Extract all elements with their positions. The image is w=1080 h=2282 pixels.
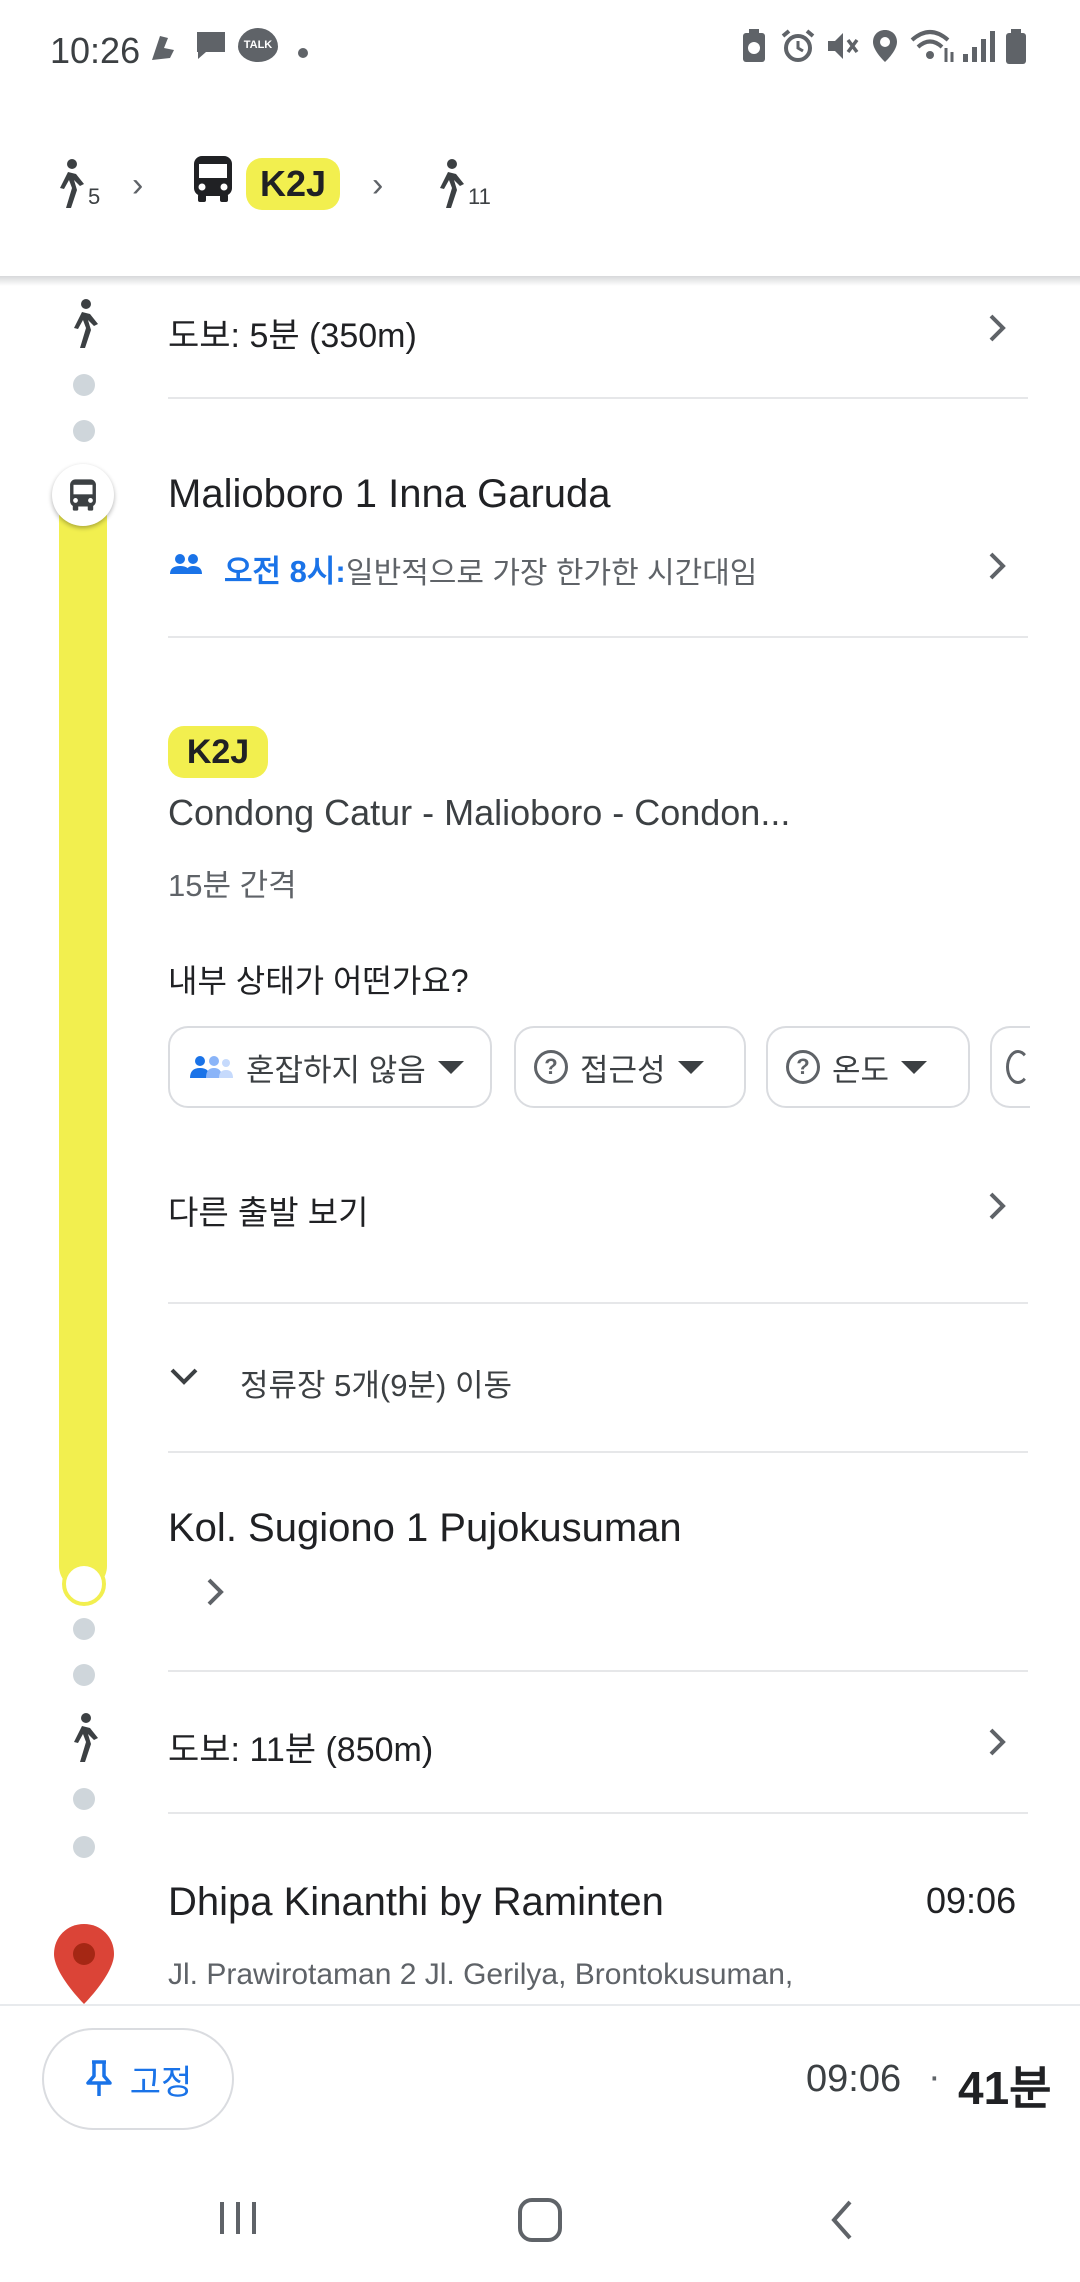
bus-icon <box>194 156 232 202</box>
pin-label: 고정 <box>129 2063 193 2102</box>
back-icon[interactable] <box>822 2196 862 2244</box>
battery-icon <box>1006 29 1026 64</box>
chevron-down-icon[interactable] <box>166 1362 202 1392</box>
route-summary[interactable]: 5 › K2J › 11 <box>0 110 1080 278</box>
walk-icon <box>74 1713 98 1762</box>
walk1-row[interactable] <box>0 280 1080 390</box>
bus-stop-marker <box>52 464 114 526</box>
accessibility-chip-label: 접근성 <box>580 1052 666 1088</box>
board-stop-name[interactable]: Malioboro 1 Inna Garuda <box>168 472 611 517</box>
temperature-chip[interactable]: ? 온도 <box>766 1026 970 1108</box>
pin-button[interactable]: 고정 <box>42 2028 234 2130</box>
trip-duration: 41분 <box>958 2062 1052 2114</box>
accessibility-chip[interactable]: ? 접근성 <box>514 1026 746 1108</box>
pin-icon <box>85 2060 112 2096</box>
mute-icon <box>828 33 859 59</box>
destination-time: 09:06 <box>926 1880 1017 1921</box>
message-icon <box>197 32 225 59</box>
crowding-chip[interactable]: 혼잡하지 않음 <box>168 1026 492 1108</box>
crowd-time: 오전 8시: <box>224 554 346 589</box>
alight-stop-chevron-icon[interactable] <box>200 1572 230 1612</box>
line-badge: K2J <box>246 158 340 210</box>
walk-icon <box>60 159 84 208</box>
timeline-dot <box>73 1664 95 1686</box>
divider <box>168 397 1028 399</box>
question-icon: ? <box>786 1050 820 1084</box>
alight-stop-name[interactable]: Kol. Sugiono 1 Pujokusuman <box>168 1506 682 1551</box>
divider <box>168 636 1028 638</box>
dropdown-caret-icon <box>677 1060 704 1074</box>
fan-notification-icon <box>152 36 174 60</box>
destination-address: Jl. Prawirotaman 2 Jl. Gerilya, Brontoku… <box>168 1958 794 1991</box>
other-departures[interactable]: 다른 출발 보기 <box>168 1186 369 1234</box>
home-icon[interactable] <box>516 2196 564 2244</box>
timeline-dot <box>73 1836 95 1858</box>
walk-icon <box>440 159 464 208</box>
people-icon <box>170 554 202 574</box>
destination-name[interactable]: Dhipa Kinanthi by Raminten <box>168 1880 664 1925</box>
destination-pin-icon <box>54 1924 114 2004</box>
divider <box>168 1670 1028 1672</box>
dropdown-caret-icon <box>437 1060 464 1074</box>
divider <box>168 1451 1028 1453</box>
transit-line <box>59 490 107 1590</box>
divider <box>168 1812 1028 1814</box>
timeline-dot <box>73 420 95 442</box>
people-icon <box>190 1056 233 1078</box>
crowding-chip-label: 혼잡하지 않음 <box>246 1052 426 1088</box>
more-chip-partial[interactable] <box>990 1026 1030 1108</box>
stops-collapsed[interactable]: 정류장 5개(9분) 이동 <box>240 1360 512 1405</box>
crowd-description: 일반적으로 가장 한가한 시간대임 <box>346 557 758 590</box>
bus-icon <box>70 479 96 511</box>
question-icon <box>1006 1050 1030 1084</box>
location-icon <box>873 30 897 62</box>
dot-icon <box>298 48 308 58</box>
alarm-icon <box>781 29 815 62</box>
walk2-chevron-icon[interactable] <box>982 1722 1012 1762</box>
timeline-dot <box>73 374 95 396</box>
other-departures-chevron-icon[interactable] <box>982 1186 1012 1226</box>
walk1-minutes: 5 <box>88 184 101 209</box>
status-bar: 10:26 TALK <box>0 0 1080 110</box>
wifi-icon <box>910 30 954 62</box>
question-icon: ? <box>534 1050 568 1084</box>
line-badge: K2J <box>168 726 268 778</box>
signal-icon <box>963 31 995 62</box>
chevron-right-icon: › <box>372 166 384 204</box>
recent-apps-icon[interactable] <box>216 2198 260 2238</box>
kakaotalk-label: TALK <box>243 39 273 51</box>
walk2-minutes: 11 <box>468 184 491 209</box>
separator: · <box>928 2056 941 2098</box>
dropdown-caret-icon <box>901 1060 928 1074</box>
timeline-dot <box>73 1788 95 1810</box>
frequency: 15분 간격 <box>168 868 297 903</box>
walk2-text[interactable]: 도보: 11분 (850m) <box>168 1722 433 1771</box>
board-stop-chevron-icon[interactable] <box>982 546 1012 586</box>
inside-question: 내부 상태가 어떤가요? <box>168 963 469 999</box>
kakaotalk-icon: TALK <box>238 28 278 62</box>
temperature-chip-label: 온도 <box>832 1052 890 1088</box>
divider <box>168 1302 1028 1304</box>
alight-stop-marker <box>62 1562 106 1606</box>
arrival-time: 09:06 <box>806 2058 902 2100</box>
route-name: Condong Catur - Malioboro - Condon... <box>168 792 791 833</box>
timeline-dot <box>73 1618 95 1640</box>
battery-saver-icon <box>743 29 765 62</box>
chevron-right-icon: › <box>132 166 144 204</box>
status-time: 10:26 <box>50 30 141 71</box>
